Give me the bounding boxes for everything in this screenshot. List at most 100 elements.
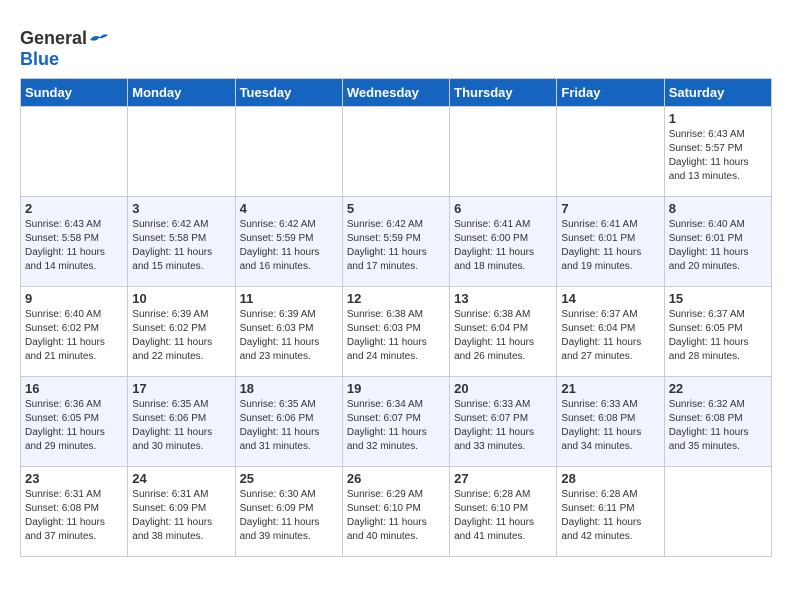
calendar-cell: 10 Sunrise: 6:39 AM Sunset: 6:02 PM Dayli… [128, 287, 235, 377]
calendar-cell: 12 Sunrise: 6:38 AM Sunset: 6:03 PM Dayli… [342, 287, 449, 377]
day-info: Sunrise: 6:37 AM Sunset: 6:04 PM Dayligh… [561, 308, 659, 364]
calendar-cell: 21 Sunrise: 6:33 AM Sunset: 6:08 PM Dayli… [557, 377, 664, 467]
calendar-cell [128, 107, 235, 197]
day-info: Sunrise: 6:43 AM Sunset: 5:57 PM Dayligh… [669, 128, 767, 184]
day-number: 21 [561, 381, 659, 396]
day-number: 8 [669, 201, 767, 216]
calendar-cell: 8 Sunrise: 6:40 AM Sunset: 6:01 PM Daylig… [664, 197, 771, 287]
logo-bird-icon [88, 32, 110, 48]
calendar-cell [557, 107, 664, 197]
calendar-cell: 19 Sunrise: 6:34 AM Sunset: 6:07 PM Dayli… [342, 377, 449, 467]
weekday-header-friday: Friday [557, 79, 664, 107]
day-number: 2 [25, 201, 123, 216]
calendar-cell: 16 Sunrise: 6:36 AM Sunset: 6:05 PM Dayli… [21, 377, 128, 467]
weekday-header-tuesday: Tuesday [235, 79, 342, 107]
day-info: Sunrise: 6:40 AM Sunset: 6:01 PM Dayligh… [669, 218, 767, 274]
logo: General Blue [20, 28, 111, 70]
calendar-cell: 17 Sunrise: 6:35 AM Sunset: 6:06 PM Dayli… [128, 377, 235, 467]
day-info: Sunrise: 6:42 AM Sunset: 5:59 PM Dayligh… [347, 218, 445, 274]
day-info: Sunrise: 6:41 AM Sunset: 6:01 PM Dayligh… [561, 218, 659, 274]
day-number: 26 [347, 471, 445, 486]
day-number: 28 [561, 471, 659, 486]
calendar-cell: 28 Sunrise: 6:28 AM Sunset: 6:11 PM Dayli… [557, 467, 664, 557]
day-number: 13 [454, 291, 552, 306]
calendar-cell: 25 Sunrise: 6:30 AM Sunset: 6:09 PM Dayli… [235, 467, 342, 557]
weekday-header-thursday: Thursday [450, 79, 557, 107]
day-number: 4 [240, 201, 338, 216]
day-number: 27 [454, 471, 552, 486]
calendar-cell: 4 Sunrise: 6:42 AM Sunset: 5:59 PM Daylig… [235, 197, 342, 287]
calendar-cell: 18 Sunrise: 6:35 AM Sunset: 6:06 PM Dayli… [235, 377, 342, 467]
day-number: 3 [132, 201, 230, 216]
day-number: 11 [240, 291, 338, 306]
calendar-cell: 23 Sunrise: 6:31 AM Sunset: 6:08 PM Dayli… [21, 467, 128, 557]
day-number: 16 [25, 381, 123, 396]
day-info: Sunrise: 6:34 AM Sunset: 6:07 PM Dayligh… [347, 398, 445, 454]
calendar-header-row: SundayMondayTuesdayWednesdayThursdayFrid… [21, 79, 772, 107]
day-info: Sunrise: 6:41 AM Sunset: 6:00 PM Dayligh… [454, 218, 552, 274]
weekday-header-wednesday: Wednesday [342, 79, 449, 107]
day-number: 14 [561, 291, 659, 306]
day-number: 24 [132, 471, 230, 486]
day-number: 17 [132, 381, 230, 396]
day-number: 6 [454, 201, 552, 216]
day-info: Sunrise: 6:39 AM Sunset: 6:03 PM Dayligh… [240, 308, 338, 364]
day-number: 15 [669, 291, 767, 306]
calendar-cell [664, 467, 771, 557]
calendar-cell [21, 107, 128, 197]
weekday-header-sunday: Sunday [21, 79, 128, 107]
day-info: Sunrise: 6:36 AM Sunset: 6:05 PM Dayligh… [25, 398, 123, 454]
calendar-cell: 24 Sunrise: 6:31 AM Sunset: 6:09 PM Dayli… [128, 467, 235, 557]
day-info: Sunrise: 6:40 AM Sunset: 6:02 PM Dayligh… [25, 308, 123, 364]
logo-general: General [20, 28, 87, 48]
calendar-cell: 3 Sunrise: 6:42 AM Sunset: 5:58 PM Daylig… [128, 197, 235, 287]
calendar-cell: 14 Sunrise: 6:37 AM Sunset: 6:04 PM Dayli… [557, 287, 664, 377]
day-number: 12 [347, 291, 445, 306]
day-info: Sunrise: 6:28 AM Sunset: 6:10 PM Dayligh… [454, 488, 552, 544]
calendar-week-row: 9Sunrise: 6:40 AM Sunset: 6:02 PM Daylig… [21, 287, 772, 377]
calendar-cell: 2 Sunrise: 6:43 AM Sunset: 5:58 PM Daylig… [21, 197, 128, 287]
day-info: Sunrise: 6:42 AM Sunset: 5:59 PM Dayligh… [240, 218, 338, 274]
day-info: Sunrise: 6:30 AM Sunset: 6:09 PM Dayligh… [240, 488, 338, 544]
day-number: 18 [240, 381, 338, 396]
day-info: Sunrise: 6:37 AM Sunset: 6:05 PM Dayligh… [669, 308, 767, 364]
day-number: 23 [25, 471, 123, 486]
day-info: Sunrise: 6:32 AM Sunset: 6:08 PM Dayligh… [669, 398, 767, 454]
calendar-cell: 22Sunrise: 6:32 AM Sunset: 6:08 PM Dayli… [664, 377, 771, 467]
day-number: 19 [347, 381, 445, 396]
day-number: 1 [669, 111, 767, 126]
day-info: Sunrise: 6:35 AM Sunset: 6:06 PM Dayligh… [132, 398, 230, 454]
calendar-cell: 20 Sunrise: 6:33 AM Sunset: 6:07 PM Dayli… [450, 377, 557, 467]
day-number: 10 [132, 291, 230, 306]
calendar-cell: 11 Sunrise: 6:39 AM Sunset: 6:03 PM Dayli… [235, 287, 342, 377]
calendar-cell: 15 Sunrise: 6:37 AM Sunset: 6:05 PM Dayli… [664, 287, 771, 377]
day-info: Sunrise: 6:38 AM Sunset: 6:04 PM Dayligh… [454, 308, 552, 364]
day-info: Sunrise: 6:43 AM Sunset: 5:58 PM Dayligh… [25, 218, 123, 274]
day-info: Sunrise: 6:33 AM Sunset: 6:08 PM Dayligh… [561, 398, 659, 454]
day-number: 5 [347, 201, 445, 216]
calendar-cell [450, 107, 557, 197]
calendar-cell: 9Sunrise: 6:40 AM Sunset: 6:02 PM Daylig… [21, 287, 128, 377]
day-info: Sunrise: 6:42 AM Sunset: 5:58 PM Dayligh… [132, 218, 230, 274]
day-info: Sunrise: 6:38 AM Sunset: 6:03 PM Dayligh… [347, 308, 445, 364]
day-number: 7 [561, 201, 659, 216]
calendar-week-row: 16 Sunrise: 6:36 AM Sunset: 6:05 PM Dayli… [21, 377, 772, 467]
calendar-cell: 6 Sunrise: 6:41 AM Sunset: 6:00 PM Daylig… [450, 197, 557, 287]
day-number: 20 [454, 381, 552, 396]
weekday-header-monday: Monday [128, 79, 235, 107]
calendar-cell [235, 107, 342, 197]
day-info: Sunrise: 6:31 AM Sunset: 6:08 PM Dayligh… [25, 488, 123, 544]
calendar-cell [342, 107, 449, 197]
day-info: Sunrise: 6:35 AM Sunset: 6:06 PM Dayligh… [240, 398, 338, 454]
calendar-cell: 27 Sunrise: 6:28 AM Sunset: 6:10 PM Dayli… [450, 467, 557, 557]
day-info: Sunrise: 6:33 AM Sunset: 6:07 PM Dayligh… [454, 398, 552, 454]
day-number: 25 [240, 471, 338, 486]
day-info: Sunrise: 6:39 AM Sunset: 6:02 PM Dayligh… [132, 308, 230, 364]
day-info: Sunrise: 6:28 AM Sunset: 6:11 PM Dayligh… [561, 488, 659, 544]
logo-blue: Blue [20, 49, 59, 69]
calendar-cell: 7 Sunrise: 6:41 AM Sunset: 6:01 PM Daylig… [557, 197, 664, 287]
day-info: Sunrise: 6:31 AM Sunset: 6:09 PM Dayligh… [132, 488, 230, 544]
day-info: Sunrise: 6:29 AM Sunset: 6:10 PM Dayligh… [347, 488, 445, 544]
calendar-cell: 5 Sunrise: 6:42 AM Sunset: 5:59 PM Daylig… [342, 197, 449, 287]
calendar-cell: 26 Sunrise: 6:29 AM Sunset: 6:10 PM Dayli… [342, 467, 449, 557]
